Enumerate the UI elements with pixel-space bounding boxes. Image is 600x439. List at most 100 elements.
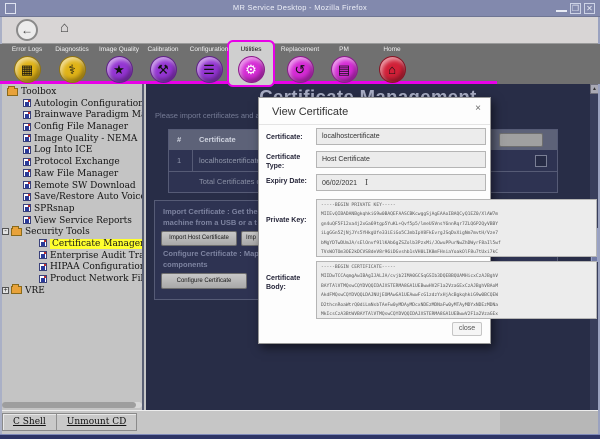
replacement-icon[interactable]: ↺ <box>287 56 314 83</box>
collapse-icon[interactable]: - <box>2 228 9 235</box>
tree-item-autologin-configuration[interactable]: Autologin Configuration <box>0 99 142 111</box>
tool-icon <box>23 193 31 201</box>
folder-open-icon <box>11 228 22 236</box>
sidebar-horizontal-scrollbar[interactable] <box>2 402 142 408</box>
tool-icon <box>23 146 31 154</box>
tab-diagnostics[interactable]: Diagnostics⚕ <box>49 46 95 83</box>
configure-instructions-line2: components <box>163 260 208 269</box>
import-instructions-line2: machine from a USB or a t <box>163 218 257 227</box>
folder-closed-icon <box>11 286 22 294</box>
tab-configuration[interactable]: Configuration☰ <box>186 46 232 83</box>
certificate-field[interactable]: localhostcertificate <box>316 128 486 145</box>
tree-item-product-network-filter[interactable]: Product Network Filter <box>0 274 142 286</box>
tab-error-logs[interactable]: Error Logs▦ <box>4 46 50 83</box>
utilities-icon[interactable]: ⚙ <box>238 56 265 83</box>
tool-icon <box>39 251 47 259</box>
tree-item-remote-sw-download[interactable]: Remote SW Download <box>0 181 142 193</box>
expand-icon[interactable]: + <box>2 287 9 294</box>
tree-item-image-quality-nema[interactable]: Image Quality - NEMA <box>0 134 142 146</box>
tree-item-certificate-management[interactable]: Certificate Management <box>0 239 142 251</box>
tree-item-vre[interactable]: +VRE <box>0 286 142 298</box>
certificate-body-field[interactable]: -----BEGIN CERTIFICATE----- MIIDwTCCAqmg… <box>316 261 597 319</box>
tree-item-log-into-ice[interactable]: Log Into ICE <box>0 145 142 157</box>
tool-icon <box>23 158 31 166</box>
tool-icon <box>23 134 31 142</box>
window-bottom-edge <box>0 434 600 439</box>
table-header-button[interactable] <box>499 133 543 147</box>
selected-tree-label: Certificate Management <box>50 239 144 249</box>
application-window: MR Service Desktop - Mozilla Firefox ❐ ✕… <box>0 0 600 439</box>
pm-icon[interactable]: ▤ <box>331 56 358 83</box>
unmount-cd-button[interactable]: Unmount CD <box>57 414 137 430</box>
column-header-certificate: Certificate <box>199 130 236 150</box>
home-icon[interactable]: ⌂ <box>60 19 69 36</box>
certificate-body-label: Certificate Body: <box>266 274 316 292</box>
back-button[interactable]: ← <box>16 19 38 41</box>
tree-item-config-file-manager[interactable]: Config File Manager <box>0 122 142 134</box>
import-instructions-line1: Import Certificate : Get the <box>163 207 258 216</box>
tool-icon <box>39 263 47 271</box>
text-cursor: I <box>365 178 368 187</box>
tool-icon <box>23 169 31 177</box>
home-tab-icon[interactable]: ⌂ <box>379 56 406 83</box>
tab-image-quality[interactable]: Image Quality★ <box>96 46 142 83</box>
tree-item-view-service-reports[interactable]: View Service Reports <box>0 216 142 228</box>
dialog-close-button[interactable]: close <box>452 322 482 336</box>
tool-icon <box>23 99 31 107</box>
dialog-divider <box>259 124 490 125</box>
diagnostics-icon[interactable]: ⚕ <box>59 56 86 83</box>
dialog-close-icon[interactable]: × <box>475 103 481 114</box>
configure-instructions-line1: Configure Certificate : Map <box>163 249 259 258</box>
tree-item-enterprise-audit-trail[interactable]: Enterprise Audit Trail <box>0 251 142 263</box>
status-bar-segment <box>500 411 598 435</box>
dialog-title: View Certificate <box>272 106 348 118</box>
tab-home[interactable]: Home⌂ <box>369 46 415 83</box>
expiry-date-field[interactable]: 06/02/2021I <box>316 174 486 191</box>
status-button-group: C Shell Unmount CD <box>2 413 137 431</box>
configure-certificate-button[interactable]: Configure Certificate <box>161 273 247 289</box>
configuration-icon[interactable]: ☰ <box>196 56 223 83</box>
maximize-button[interactable]: ❐ <box>570 3 581 14</box>
tool-icon <box>23 181 31 189</box>
tool-icon <box>23 204 31 212</box>
tree-item-raw-file-manager[interactable]: Raw File Manager <box>0 169 142 181</box>
c-shell-button[interactable]: C Shell <box>3 414 57 430</box>
window-title: MR Service Desktop - Mozilla Firefox <box>0 3 600 12</box>
status-bar: C Shell Unmount CD <box>0 410 600 434</box>
certificate-label: Certificate: <box>266 133 316 142</box>
tree-item-protocol-exchange[interactable]: Protocol Exchange <box>0 157 142 169</box>
scrollbar-thumb[interactable] <box>2 402 136 408</box>
column-header-number: # <box>177 130 181 150</box>
tree-item-brainwave-paradigm-manager[interactable]: Brainwave Paradigm Manager <box>0 110 142 122</box>
navigation-tree: Toolbox Autologin Configuration Brainwav… <box>0 84 144 410</box>
import-host-certificate-button[interactable]: Import Host Certificate <box>161 231 237 246</box>
tool-icon <box>39 275 47 283</box>
tree-item-toolbox[interactable]: Toolbox <box>0 87 142 99</box>
tab-utilities[interactable]: Utilities⚙ <box>228 46 274 83</box>
row-checkbox[interactable] <box>535 155 547 167</box>
image-quality-icon[interactable]: ★ <box>106 56 133 83</box>
private-key-label: Private Key: <box>266 216 316 225</box>
tool-icon <box>39 239 47 247</box>
window-titlebar: MR Service Desktop - Mozilla Firefox ❐ ✕ <box>0 0 600 17</box>
tree-item-hipaa-configuration[interactable]: HIPAA Configuration <box>0 262 142 274</box>
private-key-field[interactable]: -----BEGIN PRIVATE KEY----- MIIEvQIBADAN… <box>316 199 597 257</box>
tool-icon <box>23 216 31 224</box>
tool-icon <box>23 111 31 119</box>
expiry-date-label: Expiry Date: <box>266 177 316 186</box>
tree-item-security-tools[interactable]: -Security Tools <box>0 227 142 239</box>
tab-replacement[interactable]: Replacement↺ <box>277 46 323 83</box>
certificate-name-cell: localhostcertificate <box>199 150 261 172</box>
tree-item-save-restore-auto-voice-files[interactable]: Save/Restore Auto Voice Files <box>0 192 142 204</box>
error-logs-icon[interactable]: ▦ <box>14 56 41 83</box>
tree-item-sprsnap[interactable]: SPRsnap <box>0 204 142 216</box>
folder-open-icon <box>7 88 18 96</box>
close-window-button[interactable]: ✕ <box>584 3 595 14</box>
minimize-button[interactable] <box>556 3 567 12</box>
page-intro-text: Please import certificates and a <box>155 111 260 120</box>
tool-icon <box>23 123 31 131</box>
calibration-icon[interactable]: ⚒ <box>150 56 177 83</box>
certificate-type-field[interactable]: Host Certificate <box>316 151 486 168</box>
tab-pm[interactable]: PM▤ <box>321 46 367 83</box>
tab-calibration[interactable]: Calibration⚒ <box>140 46 186 83</box>
